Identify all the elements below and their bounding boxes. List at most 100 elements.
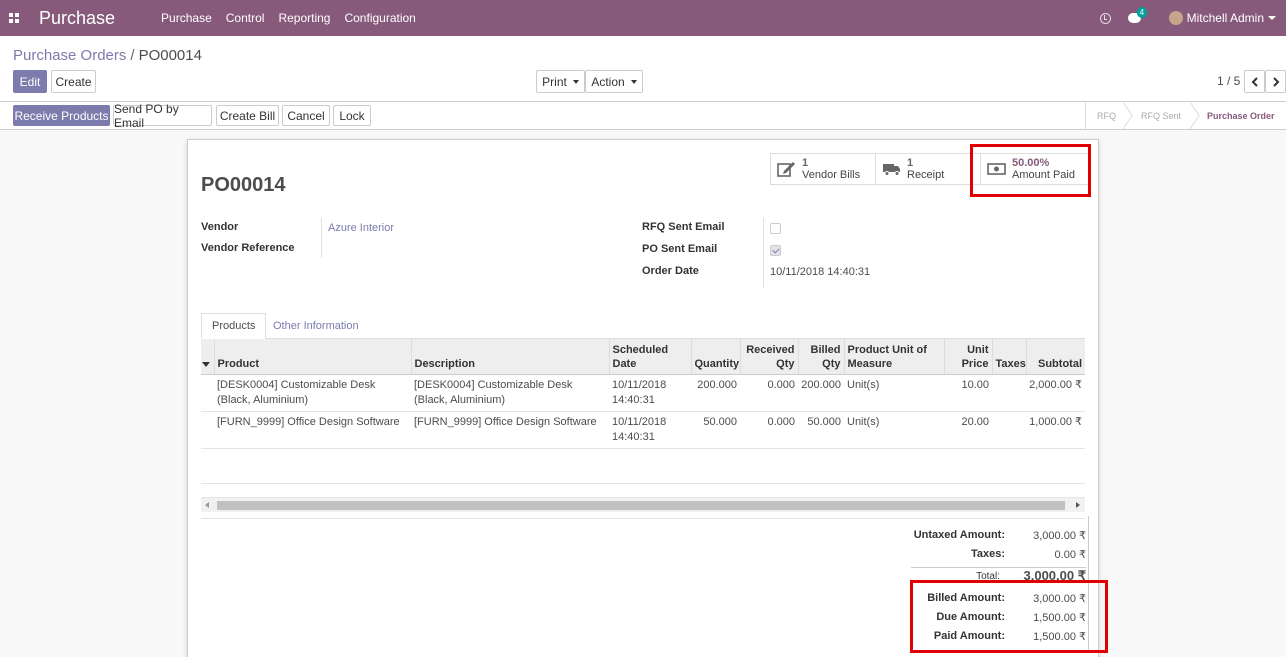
- table-header-row: Product Description Scheduled Date Quant…: [201, 339, 1085, 375]
- apps-menu-icon[interactable]: [9, 13, 19, 23]
- cell-scheduled-date: 10/11/2018 14:40:31: [609, 374, 691, 412]
- cell-subtotal: 1,000.00 ₹: [1026, 411, 1085, 449]
- chat-icon[interactable]: 4: [1127, 7, 1148, 23]
- vendor-reference-label: Vendor Reference: [201, 242, 295, 254]
- breadcrumb-current: PO00014: [138, 47, 202, 64]
- amounts-highlight: [910, 580, 1108, 653]
- stage-separator-icon: [1123, 102, 1133, 129]
- untaxed-amount-label: Untaxed Amount:: [913, 529, 1005, 541]
- vendor-field[interactable]: Azure Interior: [328, 222, 394, 234]
- caret-down-icon: [202, 361, 210, 367]
- header-taxes[interactable]: Taxes: [992, 339, 1027, 375]
- receipt-label: Receipt: [907, 169, 945, 181]
- po-sent-email-label: PO Sent Email: [642, 243, 718, 255]
- cell-unit-price: 20.00: [944, 411, 992, 449]
- sort-column[interactable]: [201, 339, 215, 375]
- cancel-button[interactable]: Cancel: [282, 105, 330, 126]
- action-label: Action: [591, 74, 625, 89]
- taxes-value: 0.00 ₹: [1054, 549, 1086, 561]
- amount-paid-highlight: [970, 144, 1091, 197]
- header-description[interactable]: Description: [411, 339, 610, 375]
- cell-description: [FURN_9999] Office Design Software: [411, 411, 609, 449]
- stage-rfq[interactable]: RFQ: [1097, 102, 1116, 129]
- activity-clock-icon[interactable]: [1099, 12, 1111, 24]
- cell-product: [FURN_9999] Office Design Software: [214, 411, 411, 449]
- cell-quantity: 50.000: [691, 411, 740, 449]
- chevron-down-icon: [630, 79, 637, 84]
- receipt-smart-button[interactable]: 1 Receipt: [875, 153, 981, 185]
- table-row[interactable]: [DESK0004] Customizable Desk (Black, Alu…: [201, 374, 1085, 412]
- header-subtotal[interactable]: Subtotal: [1026, 339, 1085, 375]
- taxes-label: Taxes:: [970, 548, 1005, 560]
- header-billed-qty[interactable]: Billed Qty: [798, 339, 845, 375]
- rfq-sent-email-checkbox[interactable]: [770, 223, 781, 234]
- user-menu[interactable]: Mitchell Admin: [1187, 11, 1264, 25]
- menu-purchase[interactable]: Purchase: [161, 11, 212, 25]
- lock-button[interactable]: Lock: [333, 105, 371, 126]
- create-button[interactable]: Create: [51, 70, 96, 93]
- scrollbar-thumb[interactable]: [217, 501, 1065, 510]
- scroll-right-icon[interactable]: [1076, 502, 1080, 508]
- cell-billed-qty: 200.000: [798, 374, 844, 412]
- edit-button[interactable]: Edit: [13, 70, 47, 93]
- breadcrumb-separator: /: [130, 47, 135, 64]
- cell-unit-price: 10.00: [944, 374, 992, 412]
- print-dropdown[interactable]: Print: [536, 70, 585, 93]
- breadcrumb: Purchase Orders / PO00014: [13, 47, 202, 64]
- cell-quantity: 200.000: [691, 374, 740, 412]
- receive-products-button[interactable]: Receive Products: [13, 105, 110, 126]
- order-date-label: Order Date: [642, 265, 699, 277]
- menu-configuration[interactable]: Configuration: [344, 11, 415, 25]
- truck-icon: [883, 164, 900, 176]
- header-unit-price[interactable]: Unit Price: [944, 339, 993, 375]
- untaxed-amount-value: 3,000.00 ₹: [1033, 530, 1086, 542]
- breadcrumb-purchase-orders[interactable]: Purchase Orders: [13, 47, 126, 64]
- cell-uom: Unit(s): [844, 374, 944, 412]
- rfq-sent-email-label: RFQ Sent Email: [642, 221, 725, 233]
- cell-received-qty: 0.000: [740, 374, 798, 412]
- avatar[interactable]: [1168, 11, 1183, 25]
- header-scheduled-date[interactable]: Scheduled Date: [609, 339, 692, 375]
- form-statusbar: Receive Products Send PO by Email Create…: [0, 102, 1286, 130]
- chevron-right-icon: [1272, 76, 1279, 87]
- messages-count-badge: 4: [1136, 7, 1148, 18]
- create-bill-button[interactable]: Create Bill: [216, 105, 279, 126]
- header-received-qty[interactable]: Received Qty: [740, 339, 799, 375]
- cell-taxes: [992, 374, 1026, 412]
- action-dropdown[interactable]: Action: [585, 70, 643, 93]
- header-uom[interactable]: Product Unit of Measure: [844, 339, 945, 375]
- pager-next-button[interactable]: [1265, 70, 1286, 93]
- order-lines-table: Product Description Scheduled Date Quant…: [201, 339, 1085, 519]
- vendor-bills-smart-button[interactable]: 1 Vendor Bills: [770, 153, 876, 185]
- print-label: Print: [542, 74, 567, 89]
- header-quantity[interactable]: Quantity: [691, 339, 741, 375]
- stage-rfq-sent[interactable]: RFQ Sent: [1141, 102, 1181, 129]
- horizontal-scrollbar[interactable]: [201, 497, 1085, 512]
- menu-reporting[interactable]: Reporting: [278, 11, 330, 25]
- control-panel: Purchase Orders / PO00014 Edit Create Prin…: [0, 36, 1286, 102]
- page-title: PO00014: [201, 174, 286, 196]
- scroll-left-icon[interactable]: [205, 502, 209, 508]
- chevron-down-icon: [1268, 16, 1276, 20]
- po-sent-email-checkbox[interactable]: [770, 245, 781, 256]
- send-po-email-button[interactable]: Send PO by Email: [113, 102, 212, 130]
- cell-billed-qty: 50.000: [798, 411, 844, 449]
- tab-other-information[interactable]: Other Information: [263, 313, 369, 339]
- pager-previous-button[interactable]: [1244, 70, 1265, 93]
- menu-control[interactable]: Control: [226, 11, 265, 25]
- cell-uom: Unit(s): [844, 411, 944, 449]
- stage-purchase-order[interactable]: Purchase Order: [1207, 102, 1275, 129]
- app-brand[interactable]: Purchase: [39, 8, 115, 29]
- tab-products[interactable]: Products: [201, 313, 267, 339]
- receipt-count: 1: [907, 157, 914, 169]
- chevron-down-icon: [572, 79, 579, 84]
- order-date-field[interactable]: 10/11/2018 14:40:31: [770, 266, 870, 278]
- table-row[interactable]: [FURN_9999] Office Design Software [FURN…: [201, 411, 1085, 449]
- pager-value[interactable]: 1 / 5: [1217, 74, 1240, 88]
- cell-received-qty: 0.000: [740, 411, 798, 449]
- header-product[interactable]: Product: [214, 339, 412, 375]
- cell-description: [DESK0004] Customizable Desk (Black, Alu…: [411, 374, 609, 412]
- cell-taxes: [992, 411, 1026, 449]
- pencil-square-icon: [777, 162, 795, 177]
- chevron-left-icon: [1251, 76, 1258, 87]
